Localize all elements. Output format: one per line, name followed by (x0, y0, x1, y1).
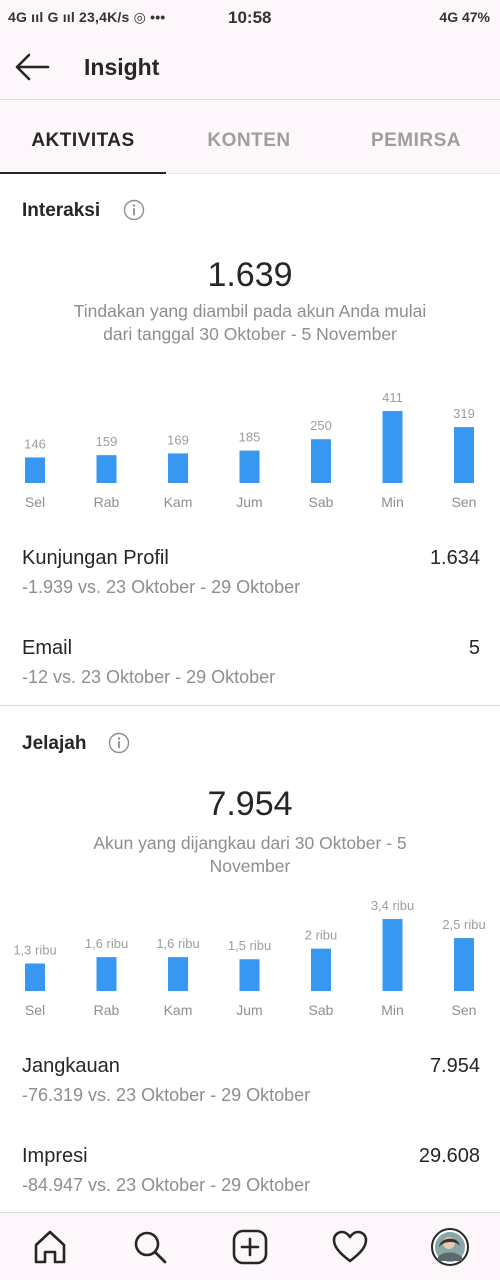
jelajah-chart: 1,3 ribu Sel 1,6 ribu Rab 1,6 ribu Kam 1,5 rib… (0, 893, 500, 1028)
bottom-navigation (0, 1212, 500, 1280)
page-title: Insight (84, 54, 160, 80)
interaksi-total: 1.639 (207, 256, 293, 294)
interaksi-day-label: Kam (164, 494, 193, 510)
jelajah-total: 7.954 (207, 785, 293, 823)
metric-label: Kunjungan Profil (22, 547, 169, 569)
interaksi-day-label: Min (381, 494, 404, 510)
interaksi-chart: 146 Sel 159 Rab 169 Kam 185 Jum 250 Sab 411 Min 319 S… (0, 385, 500, 520)
jelajah-bar-sel[interactable] (25, 963, 45, 991)
jelajah-day-label: Jum (236, 1002, 262, 1018)
metric-value: 1.634 (429, 547, 480, 569)
interaksi-bar-sen[interactable] (454, 427, 474, 483)
jelajah-value-label: 1,6 ribu (156, 936, 199, 951)
interaksi-bar-sel[interactable] (25, 457, 45, 483)
jelajah-value-label: 2,5 ribu (442, 917, 485, 932)
interaksi-bar-rab[interactable] (96, 455, 117, 483)
jelajah-bar-kam[interactable] (168, 957, 188, 991)
interaksi-value-label: 411 (382, 390, 403, 405)
info-icon[interactable] (123, 199, 145, 221)
interaksi-day-label: Sab (309, 494, 334, 510)
jelajah-value-label: 1,6 ribu (85, 936, 128, 951)
tab-pemirsa[interactable]: PEMIRSA (332, 101, 500, 174)
tab-konten[interactable]: KONTEN (166, 101, 332, 174)
jelajah-bar-min[interactable] (382, 919, 403, 991)
tab-aktivitas[interactable]: AKTIVITAS (0, 101, 166, 174)
status-battery-info: 4G 47% (439, 9, 490, 25)
jelajah-day-label: Min (381, 1002, 404, 1018)
interaksi-value-label: 146 (24, 436, 46, 451)
metric-compare: -12 vs. 23 Oktober - 29 Oktober (22, 667, 276, 687)
info-icon[interactable] (108, 732, 130, 754)
interaksi-day-label: Jum (236, 494, 262, 510)
jelajah-value-label: 1,3 ribu (13, 942, 56, 957)
jelajah-day-label: Kam (164, 1002, 193, 1018)
metric-label: Impresi (22, 1145, 88, 1167)
app-header: Insight (0, 34, 500, 100)
metric-compare: -76.319 vs. 23 Oktober - 29 Oktober (22, 1085, 311, 1105)
metric-value: 7.954 (429, 1055, 480, 1077)
metric-label: Email (22, 637, 73, 659)
add-post-icon[interactable] (230, 1227, 270, 1267)
jelajah-bar-sen[interactable] (454, 938, 474, 991)
jelajah-day-label: Rab (94, 1002, 120, 1018)
interaksi-value-label: 250 (310, 418, 332, 433)
jelajah-bar-rab[interactable] (96, 957, 117, 991)
jelajah-section-title: Jelajah (22, 733, 87, 754)
search-icon[interactable] (130, 1227, 170, 1267)
status-time: 10:58 (228, 8, 272, 27)
interaksi-subtitle: Tindakan yang diambil pada akun Anda mul… (73, 301, 427, 344)
section-divider (0, 705, 500, 706)
metric-compare: -1.939 vs. 23 Oktober - 29 Oktober (22, 577, 301, 597)
interaksi-value-label: 169 (167, 432, 189, 447)
home-icon[interactable] (30, 1227, 70, 1267)
jelajah-day-label: Sen (452, 1002, 477, 1018)
interaksi-day-label: Rab (94, 494, 120, 510)
interaksi-bar-jum[interactable] (239, 450, 260, 483)
insight-tabs: AKTIVITAS KONTEN PEMIRSA (0, 101, 500, 174)
metric-compare: -84.947 vs. 23 Oktober - 29 Oktober (22, 1175, 311, 1195)
jelajah-bar-chart: 1,3 ribu Sel 1,6 ribu Rab 1,6 ribu Kam 1,5 rib… (13, 898, 485, 1018)
back-arrow-icon[interactable] (14, 51, 50, 83)
status-signal-info: 4G ııl G ııl 23,4K/s ◎ ••• (8, 9, 166, 25)
status-bar: 4G ııl G ııl 23,4K/s ◎ ••• 10:58 4G 47% (0, 0, 500, 34)
jelajah-bar-jum[interactable] (239, 959, 260, 991)
interaksi-bar-kam[interactable] (168, 453, 188, 483)
interaksi-day-label: Sel (25, 494, 45, 510)
jelajah-value-label: 2 ribu (305, 928, 338, 943)
interaksi-bar-sab[interactable] (311, 439, 331, 483)
interaksi-bar-chart: 146 Sel 159 Rab 169 Kam 185 Jum 250 Sab 411 Min 319 S… (24, 390, 477, 510)
jelajah-value-label: 1,5 ribu (228, 938, 271, 953)
metric-value: 5 (468, 637, 480, 659)
interaksi-bar-min[interactable] (382, 411, 403, 483)
interaksi-value-label: 185 (239, 430, 261, 445)
interaksi-value-label: 319 (453, 406, 475, 421)
jelajah-subtitle: Akun yang dijangkau dari 30 Oktober - 5 … (93, 833, 407, 876)
heart-icon[interactable] (330, 1227, 370, 1267)
jelajah-value-label: 3,4 ribu (371, 898, 414, 913)
jelajah-bar-sab[interactable] (311, 948, 331, 991)
interaksi-day-label: Sen (452, 494, 477, 510)
metric-label: Jangkauan (22, 1055, 120, 1077)
metric-value: 29.608 (418, 1145, 480, 1167)
interaksi-section-title: Interaksi (22, 200, 101, 221)
jelajah-day-label: Sel (25, 1002, 45, 1018)
jelajah-day-label: Sab (309, 1002, 334, 1018)
interaksi-value-label: 159 (96, 434, 118, 449)
profile-avatar[interactable] (430, 1227, 470, 1267)
